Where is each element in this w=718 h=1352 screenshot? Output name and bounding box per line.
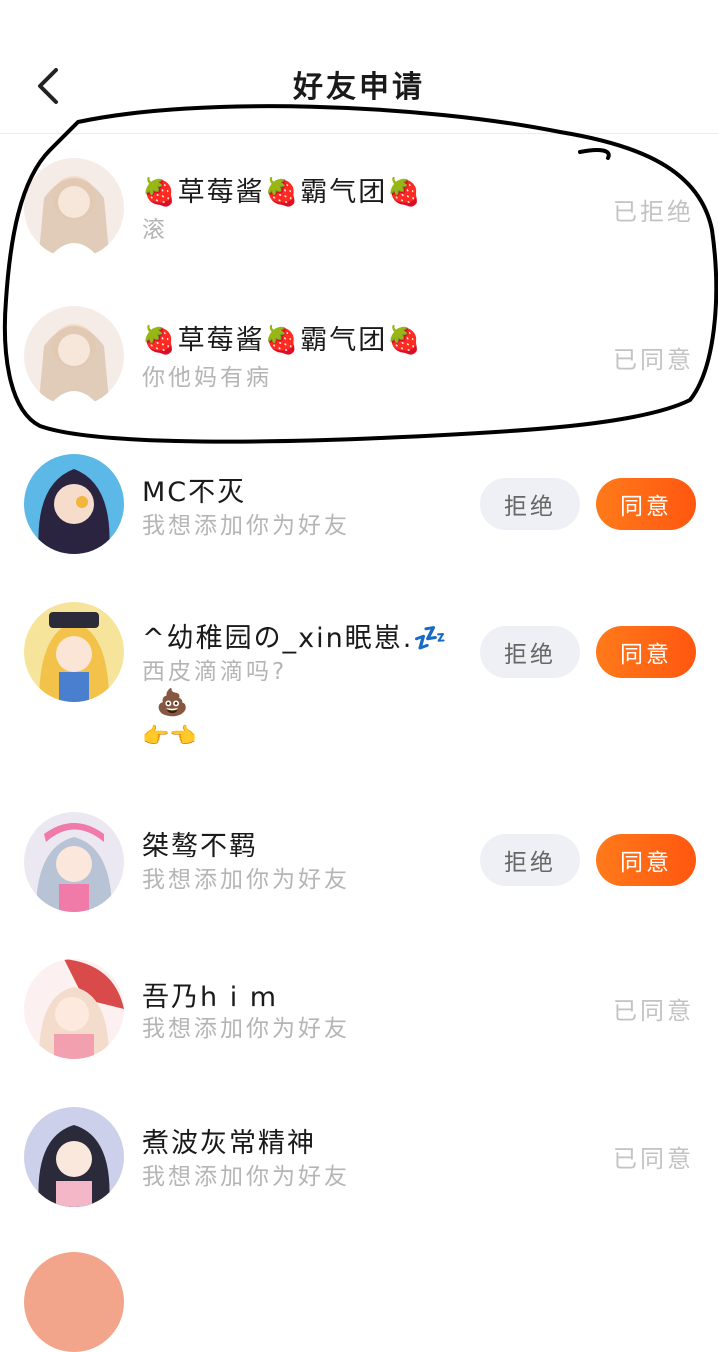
avatar [24,812,124,912]
avatar [24,1252,124,1352]
top-bar: 好友申请 [0,0,718,134]
request-message: 我想添加你为好友 [142,1016,350,1042]
accept-button[interactable]: 同意 [596,478,696,530]
friend-request-item[interactable]: 🍓草莓酱🍓霸气团🍓 你他妈有病 已同意 [0,298,718,418]
status-label: 已同意 [613,997,694,1025]
requester-name: 煮波灰常精神 [142,1128,316,1159]
request-message: 我想添加你为好友 [142,867,350,893]
friend-request-item[interactable]: 桀骜不羁 我想添加你为好友 拒绝 同意 [0,808,718,918]
friend-request-item[interactable]: ^幼稚园の_xin眠崽.💤 西皮滴滴吗? 💩 👉👈 拒绝 同意 [0,598,718,768]
status-label: 已同意 [613,346,694,374]
reject-button[interactable]: 拒绝 [480,478,580,530]
friend-request-item[interactable]: 吾乃h i m 我想添加你为好友 已同意 [0,955,718,1065]
request-message: 我想添加你为好友 [142,1164,350,1190]
accept-button[interactable]: 同意 [596,834,696,886]
avatar [24,454,124,554]
requester-name: ^幼稚园の_xin眠崽.💤 [142,623,449,654]
avatar [24,306,124,406]
status-label: 已同意 [613,1145,694,1173]
friend-request-item[interactable]: 煮波灰常精神 我想添加你为好友 已同意 [0,1103,718,1213]
page-title: 好友申请 [293,70,425,105]
request-message: 滚 [142,217,168,243]
message-emoji: 💩 [156,688,189,718]
status-label: 已拒绝 [613,198,694,226]
request-message: 我想添加你为好友 [142,513,350,539]
requester-name: 🍓草莓酱🍓霸气团🍓 [142,177,423,208]
friend-request-item[interactable]: 🍓草莓酱🍓霸气团🍓 滚 已拒绝 [0,150,718,270]
avatar [24,959,124,1059]
friend-request-item[interactable]: MC不灭 我想添加你为好友 拒绝 同意 [0,450,718,560]
requester-name: 桀骜不羁 [142,831,258,862]
request-message: 西皮滴滴吗? [142,659,288,685]
message-emoji: 👉👈 [142,724,197,749]
requester-name: 🍓草莓酱🍓霸气团🍓 [142,325,423,356]
avatar [24,158,124,258]
requester-name: MC不灭 [142,477,247,508]
avatar [24,1107,124,1207]
reject-button[interactable]: 拒绝 [480,834,580,886]
reject-button[interactable]: 拒绝 [480,626,580,678]
accept-button[interactable]: 同意 [596,626,696,678]
avatar [24,602,124,702]
request-message: 你他妈有病 [142,365,272,391]
